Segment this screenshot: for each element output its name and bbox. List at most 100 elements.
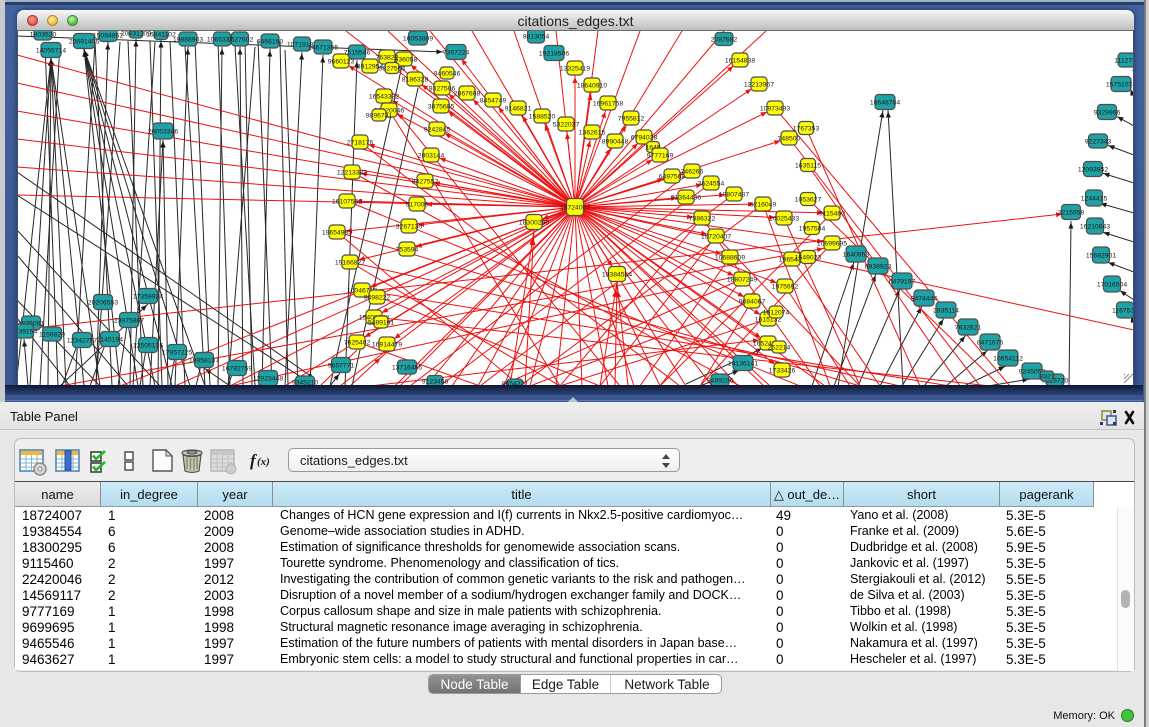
svg-text:12213382: 12213382 bbox=[337, 169, 367, 176]
svg-text:1640953: 1640953 bbox=[843, 251, 870, 258]
svg-text:9827564: 9827564 bbox=[379, 65, 406, 72]
svg-text:10807487: 10807487 bbox=[719, 191, 749, 198]
svg-text:16914479: 16914479 bbox=[372, 341, 402, 348]
svg-text:8427552: 8427552 bbox=[412, 178, 439, 185]
svg-text:1957584: 1957584 bbox=[799, 225, 826, 232]
svg-text:8990448: 8990448 bbox=[602, 138, 629, 145]
svg-text:9489101: 9489101 bbox=[368, 319, 395, 326]
svg-text:3267130: 3267130 bbox=[396, 223, 423, 230]
svg-text:1053627: 1053627 bbox=[795, 196, 822, 203]
svg-text:1767353: 1767353 bbox=[793, 125, 820, 132]
svg-text:19384554: 19384554 bbox=[602, 271, 632, 278]
svg-text:12342757: 12342757 bbox=[67, 337, 97, 344]
svg-text:1362615: 1362615 bbox=[579, 129, 606, 136]
svg-text:13716485: 13716485 bbox=[392, 364, 422, 371]
svg-text:18807249: 18807249 bbox=[727, 276, 757, 283]
svg-text:16543382: 16543382 bbox=[369, 93, 399, 100]
svg-text:8813054: 8813054 bbox=[523, 33, 550, 40]
svg-text:16107552: 16107552 bbox=[332, 198, 362, 205]
svg-text:8654321: 8654321 bbox=[502, 380, 529, 385]
svg-text:2087682: 2087682 bbox=[711, 36, 738, 43]
svg-text:17016504: 17016504 bbox=[1097, 281, 1127, 288]
svg-text:12093852: 12093852 bbox=[1078, 166, 1108, 173]
svg-text:252214: 252214 bbox=[768, 344, 791, 351]
svg-text:1635115: 1635115 bbox=[795, 162, 821, 169]
svg-text:746266: 746266 bbox=[681, 168, 704, 175]
svg-text:14671355: 14671355 bbox=[308, 44, 338, 51]
svg-text:2867608: 2867608 bbox=[454, 90, 481, 97]
svg-text:9489206: 9489206 bbox=[707, 377, 734, 384]
svg-text:9329966: 9329966 bbox=[1094, 109, 1121, 116]
svg-text:763822: 763822 bbox=[376, 54, 399, 61]
svg-text:20053346: 20053346 bbox=[148, 128, 178, 135]
svg-text:6466160: 6466160 bbox=[257, 38, 284, 45]
svg-text:(x): (x) bbox=[257, 456, 270, 468]
svg-text:23975867: 23975867 bbox=[114, 317, 144, 324]
svg-text:9498222: 9498222 bbox=[364, 294, 391, 301]
svg-text:10973493: 10973493 bbox=[760, 105, 790, 112]
svg-text:16154838: 16154838 bbox=[725, 57, 755, 64]
svg-text:1803520: 1803520 bbox=[30, 31, 57, 38]
svg-text:16053809: 16053809 bbox=[403, 35, 433, 42]
svg-text:14055714: 14055714 bbox=[36, 47, 66, 54]
svg-text:1612074: 1612074 bbox=[763, 309, 790, 316]
svg-text:19654983: 19654983 bbox=[322, 229, 352, 236]
svg-text:15692901: 15692901 bbox=[1086, 252, 1116, 259]
svg-text:16782759: 16782759 bbox=[222, 365, 252, 372]
svg-text:10025433: 10025433 bbox=[769, 215, 799, 222]
svg-text:753594: 753594 bbox=[396, 246, 419, 253]
svg-text:9084067: 9084067 bbox=[739, 298, 766, 305]
svg-text:9474444: 9474444 bbox=[911, 295, 938, 302]
svg-text:2935114: 2935114 bbox=[933, 307, 959, 314]
svg-text:6216049: 6216049 bbox=[750, 201, 777, 208]
svg-text:15720407: 15720407 bbox=[701, 233, 731, 240]
svg-text:10699695: 10699695 bbox=[817, 240, 847, 247]
svg-text:1588520: 1588520 bbox=[529, 113, 556, 120]
svg-text:19958107: 19958107 bbox=[189, 357, 219, 364]
svg-text:8454749: 8454749 bbox=[480, 97, 507, 104]
svg-text:8938923: 8938923 bbox=[865, 263, 892, 270]
svg-text:9660123: 9660123 bbox=[328, 58, 355, 65]
svg-text:1733426: 1733426 bbox=[769, 367, 796, 374]
svg-text:5322037: 5322037 bbox=[553, 121, 580, 128]
svg-text:7632621: 7632621 bbox=[955, 324, 982, 331]
svg-text:14136141: 14136141 bbox=[728, 360, 758, 367]
svg-text:20691406: 20691406 bbox=[69, 38, 99, 45]
svg-text:10654112: 10654112 bbox=[993, 355, 1023, 362]
svg-text:917006: 917006 bbox=[406, 201, 429, 208]
svg-text:12923448: 12923448 bbox=[253, 375, 283, 382]
svg-text:1156829: 1156829 bbox=[39, 331, 65, 338]
svg-text:3624554: 3624554 bbox=[698, 180, 725, 187]
svg-text:2718176: 2718176 bbox=[347, 139, 374, 146]
svg-text:15751074: 15751074 bbox=[1106, 81, 1134, 88]
svg-text:9123456: 9123456 bbox=[422, 378, 449, 385]
svg-text:9327506: 9327506 bbox=[429, 85, 456, 92]
svg-text:8321: 8321 bbox=[1039, 373, 1054, 380]
svg-text:12213967: 12213967 bbox=[744, 81, 774, 88]
svg-text:1244415: 1244415 bbox=[1081, 195, 1108, 202]
svg-text:21364436: 21364436 bbox=[671, 194, 701, 201]
svg-text:19166827: 19166827 bbox=[335, 259, 365, 266]
svg-text:20206553: 20206553 bbox=[88, 299, 118, 306]
svg-text:10688609: 10688609 bbox=[715, 254, 745, 261]
svg-text:16961758: 16961758 bbox=[593, 100, 623, 107]
svg-text:16210643: 16210643 bbox=[1080, 223, 1110, 230]
svg-text:17957225: 17957225 bbox=[162, 349, 192, 356]
svg-text:6794028: 6794028 bbox=[631, 134, 658, 141]
svg-text:7625402: 7625402 bbox=[344, 339, 371, 346]
svg-text:7357224: 7357224 bbox=[443, 49, 470, 56]
svg-text:7955812: 7955812 bbox=[618, 115, 645, 122]
svg-text:15094862: 15094862 bbox=[93, 32, 123, 39]
svg-text:7386322: 7386322 bbox=[689, 215, 716, 222]
svg-text:19218506: 19218506 bbox=[539, 50, 569, 57]
svg-text:9460546: 9460546 bbox=[434, 70, 461, 77]
svg-text:1527602: 1527602 bbox=[227, 36, 254, 43]
svg-text:2803144: 2803144 bbox=[418, 152, 445, 159]
svg-text:6479197: 6479197 bbox=[889, 278, 916, 285]
svg-text:748500: 748500 bbox=[778, 135, 801, 142]
svg-text:8471676: 8471676 bbox=[977, 339, 1004, 346]
svg-text:9115460: 9115460 bbox=[819, 210, 845, 217]
svg-text:19888903: 19888903 bbox=[173, 36, 203, 43]
svg-text:9345210: 9345210 bbox=[292, 379, 319, 385]
svg-text:9242845: 9242845 bbox=[424, 126, 451, 133]
